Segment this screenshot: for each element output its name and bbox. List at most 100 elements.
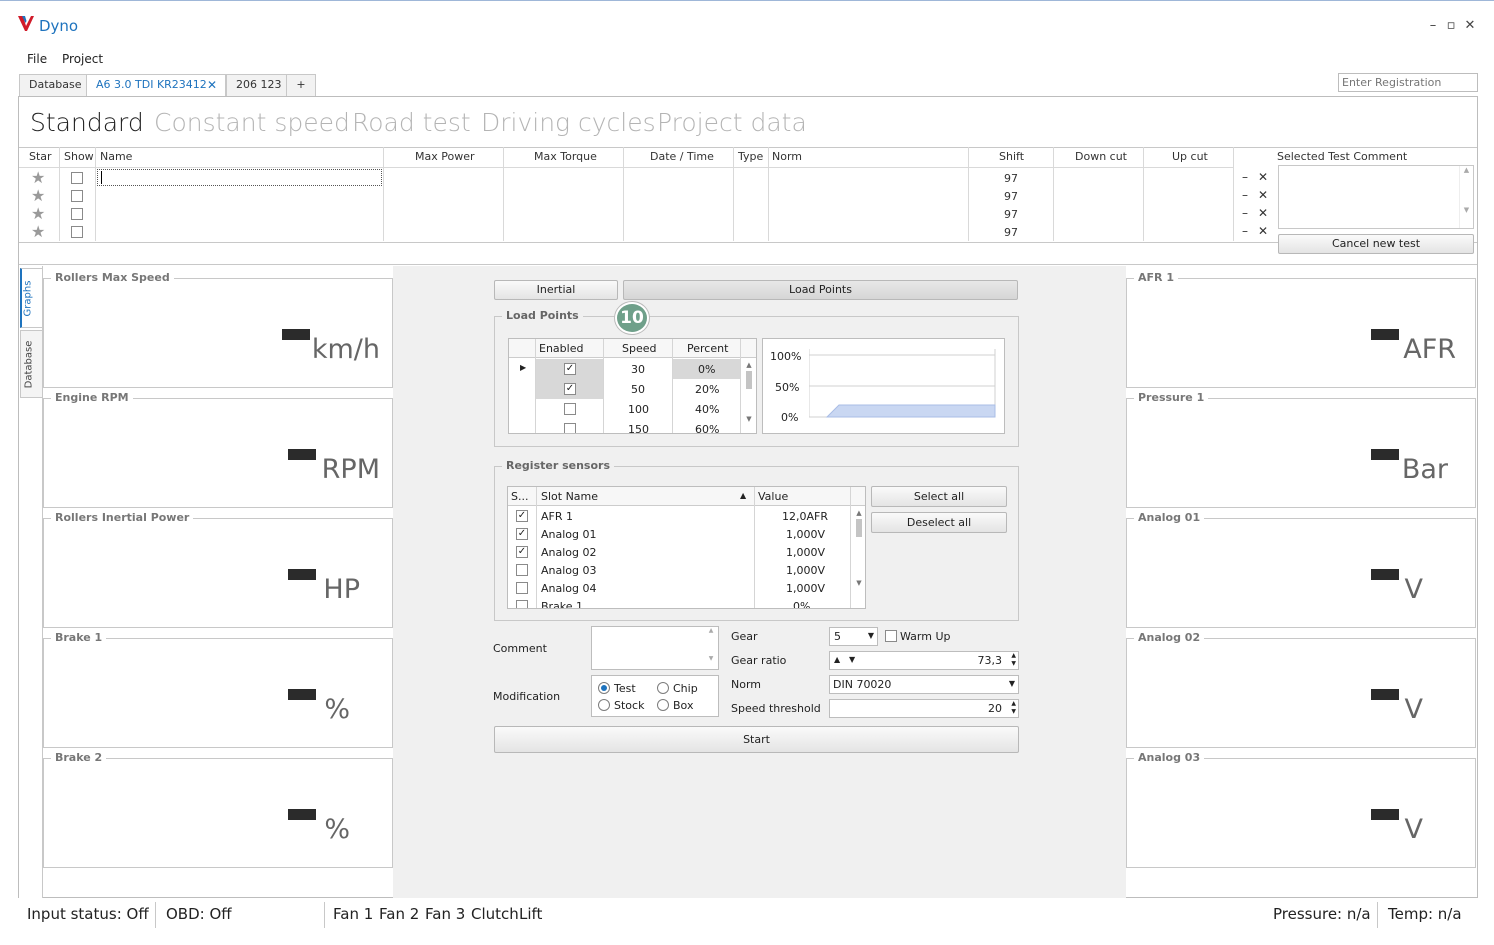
radio-stock[interactable]	[598, 699, 610, 711]
enabled-checkbox[interactable]	[564, 423, 576, 433]
percent-cell[interactable]: 40%	[695, 403, 719, 416]
percent-cell[interactable]: 60%	[695, 423, 719, 433]
gear-select[interactable]: 5 ▼	[829, 627, 878, 646]
tab-206[interactable]: 206 123	[226, 74, 292, 96]
col-date-time[interactable]: Date / Time	[650, 150, 714, 163]
col-type[interactable]: Type	[738, 150, 763, 163]
show-checkbox[interactable]	[71, 226, 83, 238]
star-icon[interactable]: ★	[31, 224, 47, 240]
spinner-icon[interactable]: ▲ ▼	[1011, 652, 1016, 668]
menu-file[interactable]: File	[27, 52, 47, 66]
close-icon[interactable]: ✕	[1462, 18, 1478, 34]
table-scrollbar[interactable]: ▲ ▼	[743, 361, 755, 433]
sensor-checkbox[interactable]: ✓	[516, 546, 528, 558]
col-shift[interactable]: Shift	[999, 150, 1024, 163]
registration-input[interactable]	[1338, 73, 1478, 92]
radio-chip[interactable]	[657, 682, 669, 694]
menu-project[interactable]: Project	[62, 52, 103, 66]
col-up-cut[interactable]: Up cut	[1172, 150, 1208, 163]
delete-icon[interactable]: ✕	[1258, 224, 1268, 238]
minus-icon[interactable]: –	[1240, 224, 1250, 238]
comment-scrollbar[interactable]: ▲ ▼	[704, 627, 718, 669]
col-speed[interactable]: Speed	[622, 342, 656, 355]
col-slot-name[interactable]: Slot Name	[541, 490, 598, 503]
arrow-up-icon[interactable]: ▲	[834, 655, 840, 664]
col-max-power[interactable]: Max Power	[415, 150, 475, 163]
col-norm[interactable]: Norm	[772, 150, 802, 163]
radio-stock-label[interactable]: Stock	[614, 699, 644, 712]
minus-icon[interactable]: –	[1240, 188, 1250, 202]
sensors-scrollbar[interactable]: ▲ ▼	[852, 509, 865, 608]
radio-test-label[interactable]: Test	[614, 682, 636, 695]
percent-cell[interactable]: 0%	[698, 363, 715, 376]
name-edit-cell[interactable]	[97, 169, 382, 186]
minus-icon[interactable]: –	[1240, 206, 1250, 220]
radio-box[interactable]	[657, 699, 669, 711]
norm-select[interactable]: DIN 70020 ▼	[829, 675, 1019, 694]
enabled-checkbox[interactable]: ✓	[564, 363, 576, 375]
sort-asc-icon[interactable]: ▲	[740, 491, 746, 500]
add-tab-button[interactable]: +	[286, 74, 316, 96]
warm-up-label[interactable]: Warm Up	[900, 630, 951, 643]
col-selected[interactable]: S...	[511, 490, 528, 503]
col-enabled[interactable]: Enabled	[539, 342, 583, 355]
col-star[interactable]: Star	[29, 150, 52, 163]
col-percent[interactable]: Percent	[687, 342, 728, 355]
delete-icon[interactable]: ✕	[1258, 170, 1268, 184]
col-max-torque[interactable]: Max Torque	[534, 150, 597, 163]
sensor-checkbox[interactable]	[516, 600, 528, 608]
fan-3-indicator[interactable]: Fan 3	[425, 905, 465, 923]
speed-cell[interactable]: 100	[628, 403, 649, 416]
delete-icon[interactable]: ✕	[1258, 206, 1268, 220]
sensor-checkbox[interactable]	[516, 582, 528, 594]
enabled-checkbox[interactable]	[564, 403, 576, 415]
view-tab-standard[interactable]: Standard	[30, 108, 144, 137]
speed-cell[interactable]: 50	[631, 383, 645, 396]
side-tab-database[interactable]: Database	[20, 330, 43, 398]
tab-database[interactable]: Database	[19, 74, 92, 96]
radio-box-label[interactable]: Box	[673, 699, 693, 712]
selected-comment-textarea[interactable]: ▲ ▼	[1278, 165, 1474, 229]
spinner-icon[interactable]: ▲ ▼	[1011, 700, 1016, 716]
radio-test[interactable]	[598, 682, 610, 694]
sensor-checkbox[interactable]: ✓	[516, 528, 528, 540]
show-checkbox[interactable]	[71, 172, 83, 184]
col-value[interactable]: Value	[758, 490, 788, 503]
clutch-indicator[interactable]: Clutch	[471, 905, 519, 923]
start-button[interactable]: Start	[494, 726, 1019, 753]
inertial-button[interactable]: Inertial	[494, 280, 618, 300]
comment-textarea[interactable]: ▲ ▼	[591, 626, 719, 670]
star-icon[interactable]: ★	[31, 206, 47, 222]
star-icon[interactable]: ★	[31, 170, 47, 186]
tab-a6-tdi[interactable]: A6 3.0 TDI KR23412 ✕	[86, 74, 226, 97]
fan-1-indicator[interactable]: Fan 1	[333, 905, 373, 923]
fan-2-indicator[interactable]: Fan 2	[379, 905, 419, 923]
view-tab-constant-speed[interactable]: Constant speed	[154, 108, 350, 137]
show-checkbox[interactable]	[71, 208, 83, 220]
side-tab-graphs[interactable]: Graphs	[20, 268, 43, 328]
sensor-checkbox[interactable]: ✓	[516, 510, 528, 522]
load-points-button[interactable]: Load Points	[623, 280, 1018, 300]
enabled-checkbox[interactable]: ✓	[564, 383, 576, 395]
speed-cell[interactable]: 150	[628, 423, 649, 433]
view-tab-project-data[interactable]: Project data	[657, 108, 807, 137]
view-tab-driving-cycles[interactable]: Driving cycles	[481, 108, 656, 137]
maximize-icon[interactable]: ▫	[1443, 18, 1459, 34]
lift-indicator[interactable]: Lift	[519, 905, 542, 923]
minus-icon[interactable]: –	[1240, 170, 1250, 184]
comment-scrollbar[interactable]: ▲ ▼	[1459, 166, 1473, 228]
star-icon[interactable]: ★	[31, 188, 47, 204]
show-checkbox[interactable]	[71, 190, 83, 202]
arrow-down-icon[interactable]: ▼	[849, 655, 855, 664]
speed-cell[interactable]: 30	[631, 363, 645, 376]
delete-icon[interactable]: ✕	[1258, 188, 1268, 202]
deselect-all-button[interactable]: Deselect all	[871, 512, 1007, 533]
col-name[interactable]: Name	[100, 150, 132, 163]
sensor-checkbox[interactable]	[516, 564, 528, 576]
percent-cell[interactable]: 20%	[695, 383, 719, 396]
gear-ratio-spinner[interactable]: ▲ ▼ 73,3 ▲ ▼	[829, 651, 1019, 670]
speed-threshold-spinner[interactable]: 20 ▲ ▼	[829, 699, 1019, 718]
minimize-icon[interactable]: –	[1425, 18, 1441, 34]
view-tab-road-test[interactable]: Road test	[352, 108, 471, 137]
select-all-button[interactable]: Select all	[871, 486, 1007, 507]
